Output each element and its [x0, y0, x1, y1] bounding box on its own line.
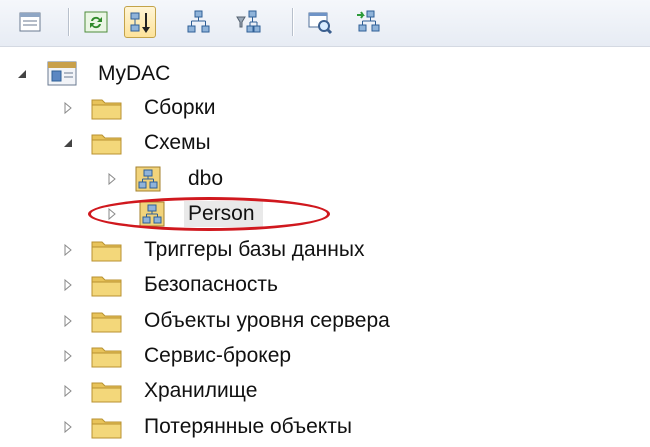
database-icon	[47, 61, 77, 86]
folder-icon	[91, 418, 122, 439]
tree-node-label: Схемы	[144, 131, 211, 154]
toolbar-separator	[292, 8, 293, 36]
toolbar	[0, 0, 650, 47]
folder-icon	[91, 276, 122, 297]
collapsed-arrow-icon[interactable]	[104, 206, 120, 222]
tree-node-database-triggers[interactable]: Триггеры базы данных	[0, 232, 650, 268]
collapsed-arrow-icon[interactable]	[60, 383, 76, 399]
collapsed-arrow-icon[interactable]	[60, 348, 76, 364]
tree-node-label: MyDAC	[98, 62, 171, 85]
tree-node-root[interactable]: MyDAC	[0, 56, 650, 92]
collapsed-arrow-icon[interactable]	[60, 100, 76, 116]
folder-icon	[91, 312, 122, 333]
tree-node-orphaned-objects[interactable]: Потерянные объекты	[0, 409, 650, 445]
folder-icon	[91, 134, 122, 155]
tree-node-schema-person[interactable]: Person	[0, 196, 650, 232]
folder-icon	[91, 382, 122, 403]
tree-node-service-broker[interactable]: Сервис-брокер	[0, 338, 650, 374]
collapsed-arrow-icon[interactable]	[60, 277, 76, 293]
tree-node-schema-dbo[interactable]: dbo	[0, 161, 650, 197]
collapsed-arrow-icon[interactable]	[60, 242, 76, 258]
tree-node-label: Сервис-брокер	[144, 344, 292, 367]
tree-node-assemblies[interactable]: Сборки	[0, 90, 650, 126]
tree-node-label: dbo	[188, 167, 224, 190]
tree-node-security[interactable]: Безопасность	[0, 267, 650, 303]
folder-icon	[91, 241, 122, 262]
schema-icon	[139, 201, 165, 227]
expanded-arrow-icon[interactable]	[14, 66, 30, 82]
tree-node-storage[interactable]: Хранилище	[0, 373, 650, 409]
tree-node-label: Потерянные объекты	[144, 415, 352, 438]
collapsed-arrow-icon[interactable]	[104, 171, 120, 187]
sort-icon[interactable]	[124, 6, 156, 38]
collapsed-arrow-icon[interactable]	[60, 313, 76, 329]
toolbar-separator	[68, 8, 69, 36]
schema-icon[interactable]	[182, 6, 214, 38]
folder-icon	[91, 347, 122, 368]
tree-node-label: Триггеры базы данных	[144, 238, 365, 261]
tree-node-label: Сборки	[144, 96, 216, 119]
find-icon[interactable]	[304, 6, 336, 38]
collapsed-arrow-icon[interactable]	[60, 419, 76, 435]
tree-node-label: Объекты уровня сервера	[144, 309, 390, 332]
sync-icon[interactable]	[352, 6, 384, 38]
expanded-arrow-icon[interactable]	[60, 135, 76, 151]
filter-icon[interactable]	[232, 6, 264, 38]
schema-icon	[135, 166, 161, 192]
tree-node-server-objects[interactable]: Объекты уровня сервера	[0, 303, 650, 339]
tree-node-label: Безопасность	[144, 273, 278, 296]
tree-node-label: Хранилище	[144, 379, 258, 402]
refresh-icon[interactable]	[80, 6, 112, 38]
tree-node-label: Person	[184, 201, 263, 227]
tree-node-schemas[interactable]: Схемы	[0, 125, 650, 161]
folder-icon	[91, 99, 122, 120]
properties-icon[interactable]	[14, 6, 46, 38]
